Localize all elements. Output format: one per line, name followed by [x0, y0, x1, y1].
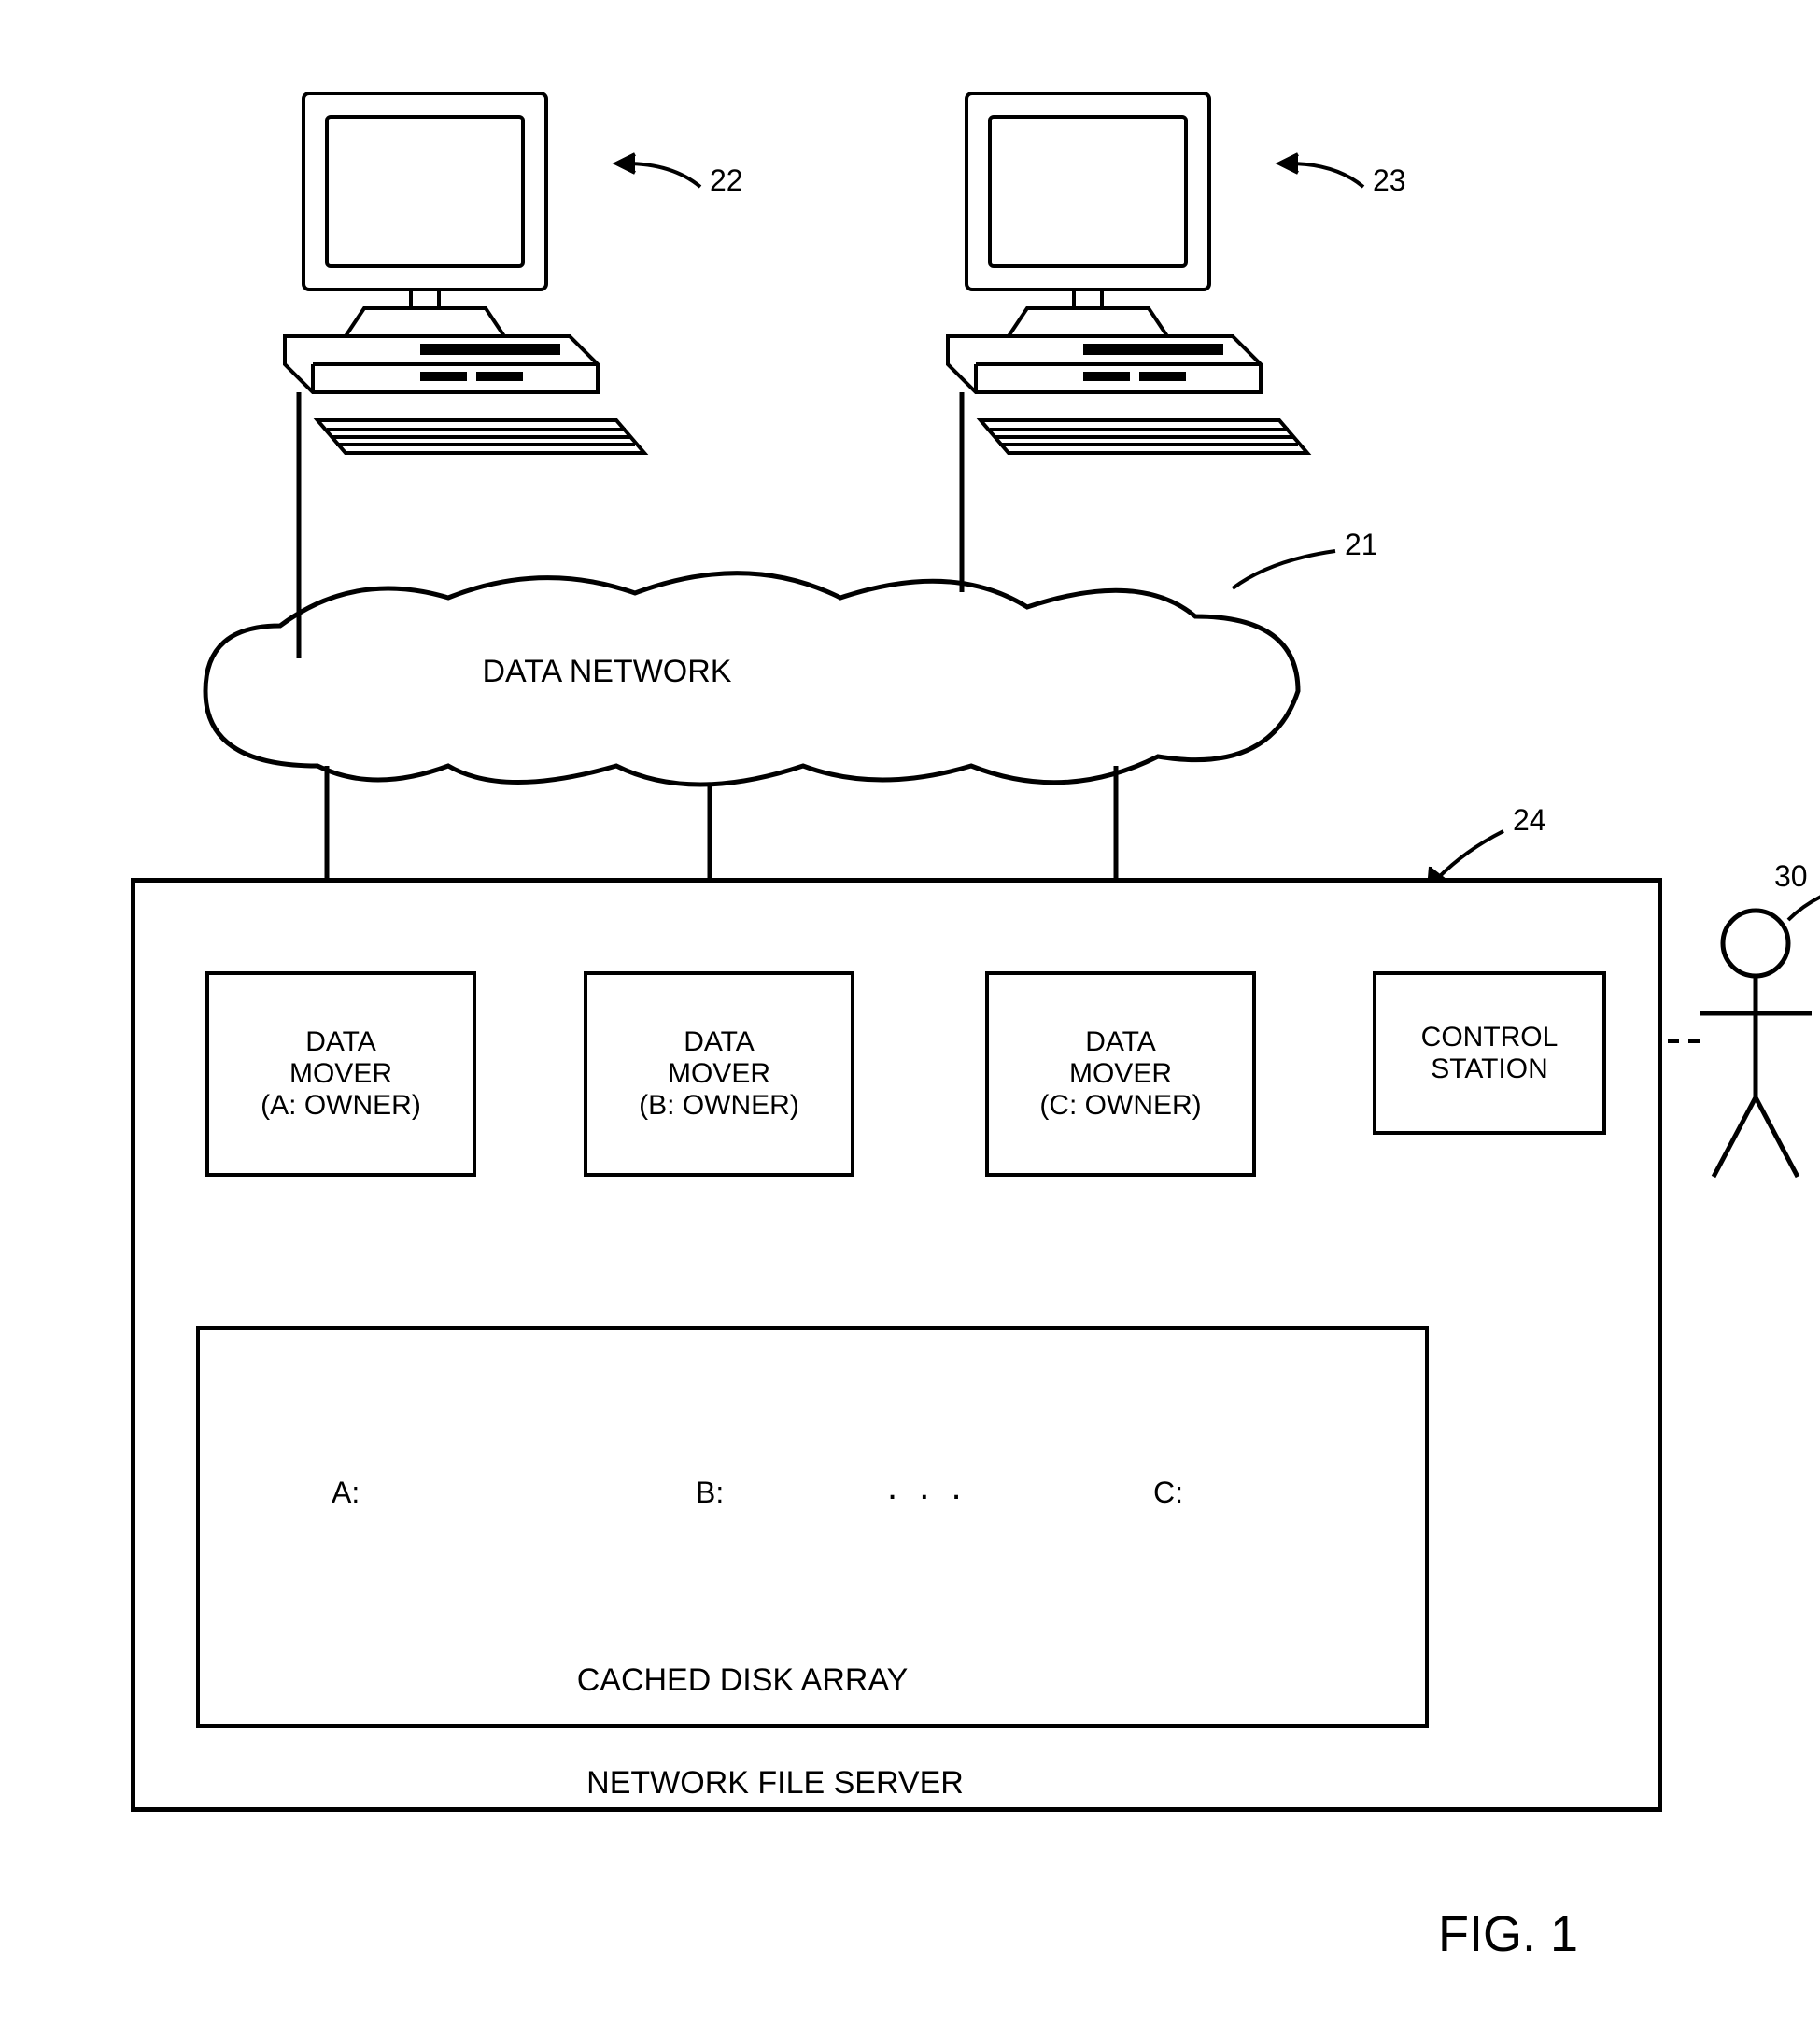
ref-23: 23	[1373, 163, 1406, 198]
dm1-line1: DATA	[305, 1026, 376, 1058]
ref-24: 24	[1513, 803, 1546, 838]
data-network-label: DATA NETWORK	[411, 654, 803, 690]
disk-a-label: A:	[332, 1476, 360, 1510]
dm3-line1: DATA	[1085, 1026, 1156, 1058]
dm3-line3: (C: OWNER)	[1039, 1090, 1201, 1122]
diagram-canvas: DATA NETWORK 22 23 21 24 25 26 27 29 28 …	[19, 19, 1820, 2017]
dm1-line2: MOVER	[289, 1058, 392, 1090]
cached-disk-array-label: CACHED DISK ARRAY	[523, 1662, 962, 1699]
control-station-box: CONTROL STATION	[1373, 971, 1606, 1135]
disk-ellipsis: . . .	[887, 1466, 967, 1508]
dm1-line3: (A: OWNER)	[261, 1090, 421, 1122]
cs-line1: CONTROL	[1421, 1022, 1559, 1053]
dm3-line2: MOVER	[1069, 1058, 1172, 1090]
network-file-server-label: NETWORK FILE SERVER	[542, 1765, 1009, 1802]
data-mover-c: DATA MOVER (C: OWNER)	[985, 971, 1256, 1177]
cs-line2: STATION	[1431, 1053, 1548, 1085]
figure-title: FIG. 1	[1438, 1905, 1578, 1963]
disk-b-label: B:	[696, 1476, 724, 1510]
ref-22: 22	[710, 163, 743, 198]
data-mover-b: DATA MOVER (B: OWNER)	[584, 971, 854, 1177]
disk-c-label: C:	[1153, 1476, 1183, 1510]
ref-21: 21	[1345, 528, 1378, 562]
ref-30: 30	[1774, 859, 1808, 894]
data-mover-a: DATA MOVER (A: OWNER)	[205, 971, 476, 1177]
dm2-line1: DATA	[684, 1026, 755, 1058]
dm2-line2: MOVER	[668, 1058, 770, 1090]
dm2-line3: (B: OWNER)	[639, 1090, 799, 1122]
